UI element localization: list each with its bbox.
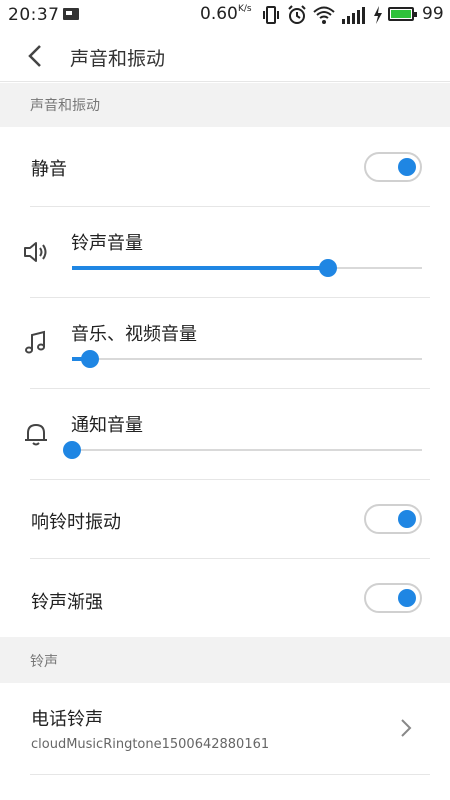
battery-percent: 99 [422, 4, 444, 24]
mute-row[interactable]: 静音 [0, 127, 450, 207]
vibrate-on-ring-toggle[interactable] [364, 504, 422, 534]
media-volume-slider[interactable] [72, 349, 422, 369]
phone-ringtone-value: cloudMusicRingtone1500642880161 [31, 737, 270, 752]
mute-toggle[interactable] [364, 152, 422, 182]
ring-crescendo-label: 铃声渐强 [31, 592, 103, 613]
slider-thumb[interactable] [63, 441, 81, 459]
divider [30, 206, 430, 207]
charging-icon [374, 6, 382, 24]
ring-volume-slider[interactable] [72, 258, 422, 278]
divider [30, 479, 430, 480]
divider [30, 388, 430, 389]
net-speed: 0.60 [200, 4, 238, 24]
slider-fill [72, 266, 328, 270]
vibrate-icon [263, 6, 279, 24]
status-time: 20:37 [8, 5, 60, 25]
title-bar: 声音和振动 [0, 30, 450, 82]
signal-icon [342, 7, 365, 24]
net-speed-unit: K/s [238, 4, 252, 14]
notify-volume-slider[interactable] [63, 440, 422, 460]
status-bar: 20:37 0.60 K/s 99 [0, 0, 450, 30]
media-volume-label: 音乐、视频音量 [71, 324, 197, 345]
alarm-icon [288, 5, 306, 24]
toggle-knob [398, 158, 416, 176]
media-volume-row: 音乐、视频音量 [0, 299, 450, 389]
toggle-knob [398, 510, 416, 528]
slider-track [72, 449, 422, 451]
section-header-ringtone: 铃声 [0, 637, 450, 683]
mute-label: 静音 [31, 159, 67, 180]
phone-ringtone-row[interactable]: 电话铃声 cloudMusicRingtone1500642880161 [0, 683, 450, 800]
slider-thumb[interactable] [318, 259, 337, 277]
page-title: 声音和振动 [70, 48, 166, 70]
divider [30, 297, 430, 298]
notify-volume-label: 通知音量 [71, 415, 143, 436]
slider-track [72, 358, 422, 360]
battery-icon [388, 7, 417, 21]
chevron-right-icon [401, 719, 412, 737]
section-header-sound-vibration: 声音和振动 [0, 83, 450, 127]
divider [30, 774, 430, 775]
divider [30, 558, 430, 559]
mail-icon [63, 8, 79, 20]
back-arrow-icon[interactable] [24, 43, 46, 69]
ring-volume-row: 铃声音量 [0, 208, 450, 298]
slider-thumb[interactable] [80, 350, 99, 368]
vibrate-on-ring-label: 响铃时振动 [31, 512, 121, 533]
ring-crescendo-toggle[interactable] [364, 583, 422, 613]
ring-volume-label: 铃声音量 [71, 233, 143, 254]
phone-ringtone-label: 电话铃声 [31, 709, 103, 730]
notify-volume-row: 通知音量 [0, 390, 450, 480]
ring-crescendo-row[interactable]: 铃声渐强 [0, 560, 450, 637]
toggle-knob [398, 589, 416, 607]
speaker-icon [24, 242, 47, 262]
bell-icon [25, 424, 47, 446]
music-note-icon [25, 330, 45, 354]
vibrate-on-ring-row[interactable]: 响铃时振动 [0, 481, 450, 559]
wifi-icon [313, 6, 335, 24]
